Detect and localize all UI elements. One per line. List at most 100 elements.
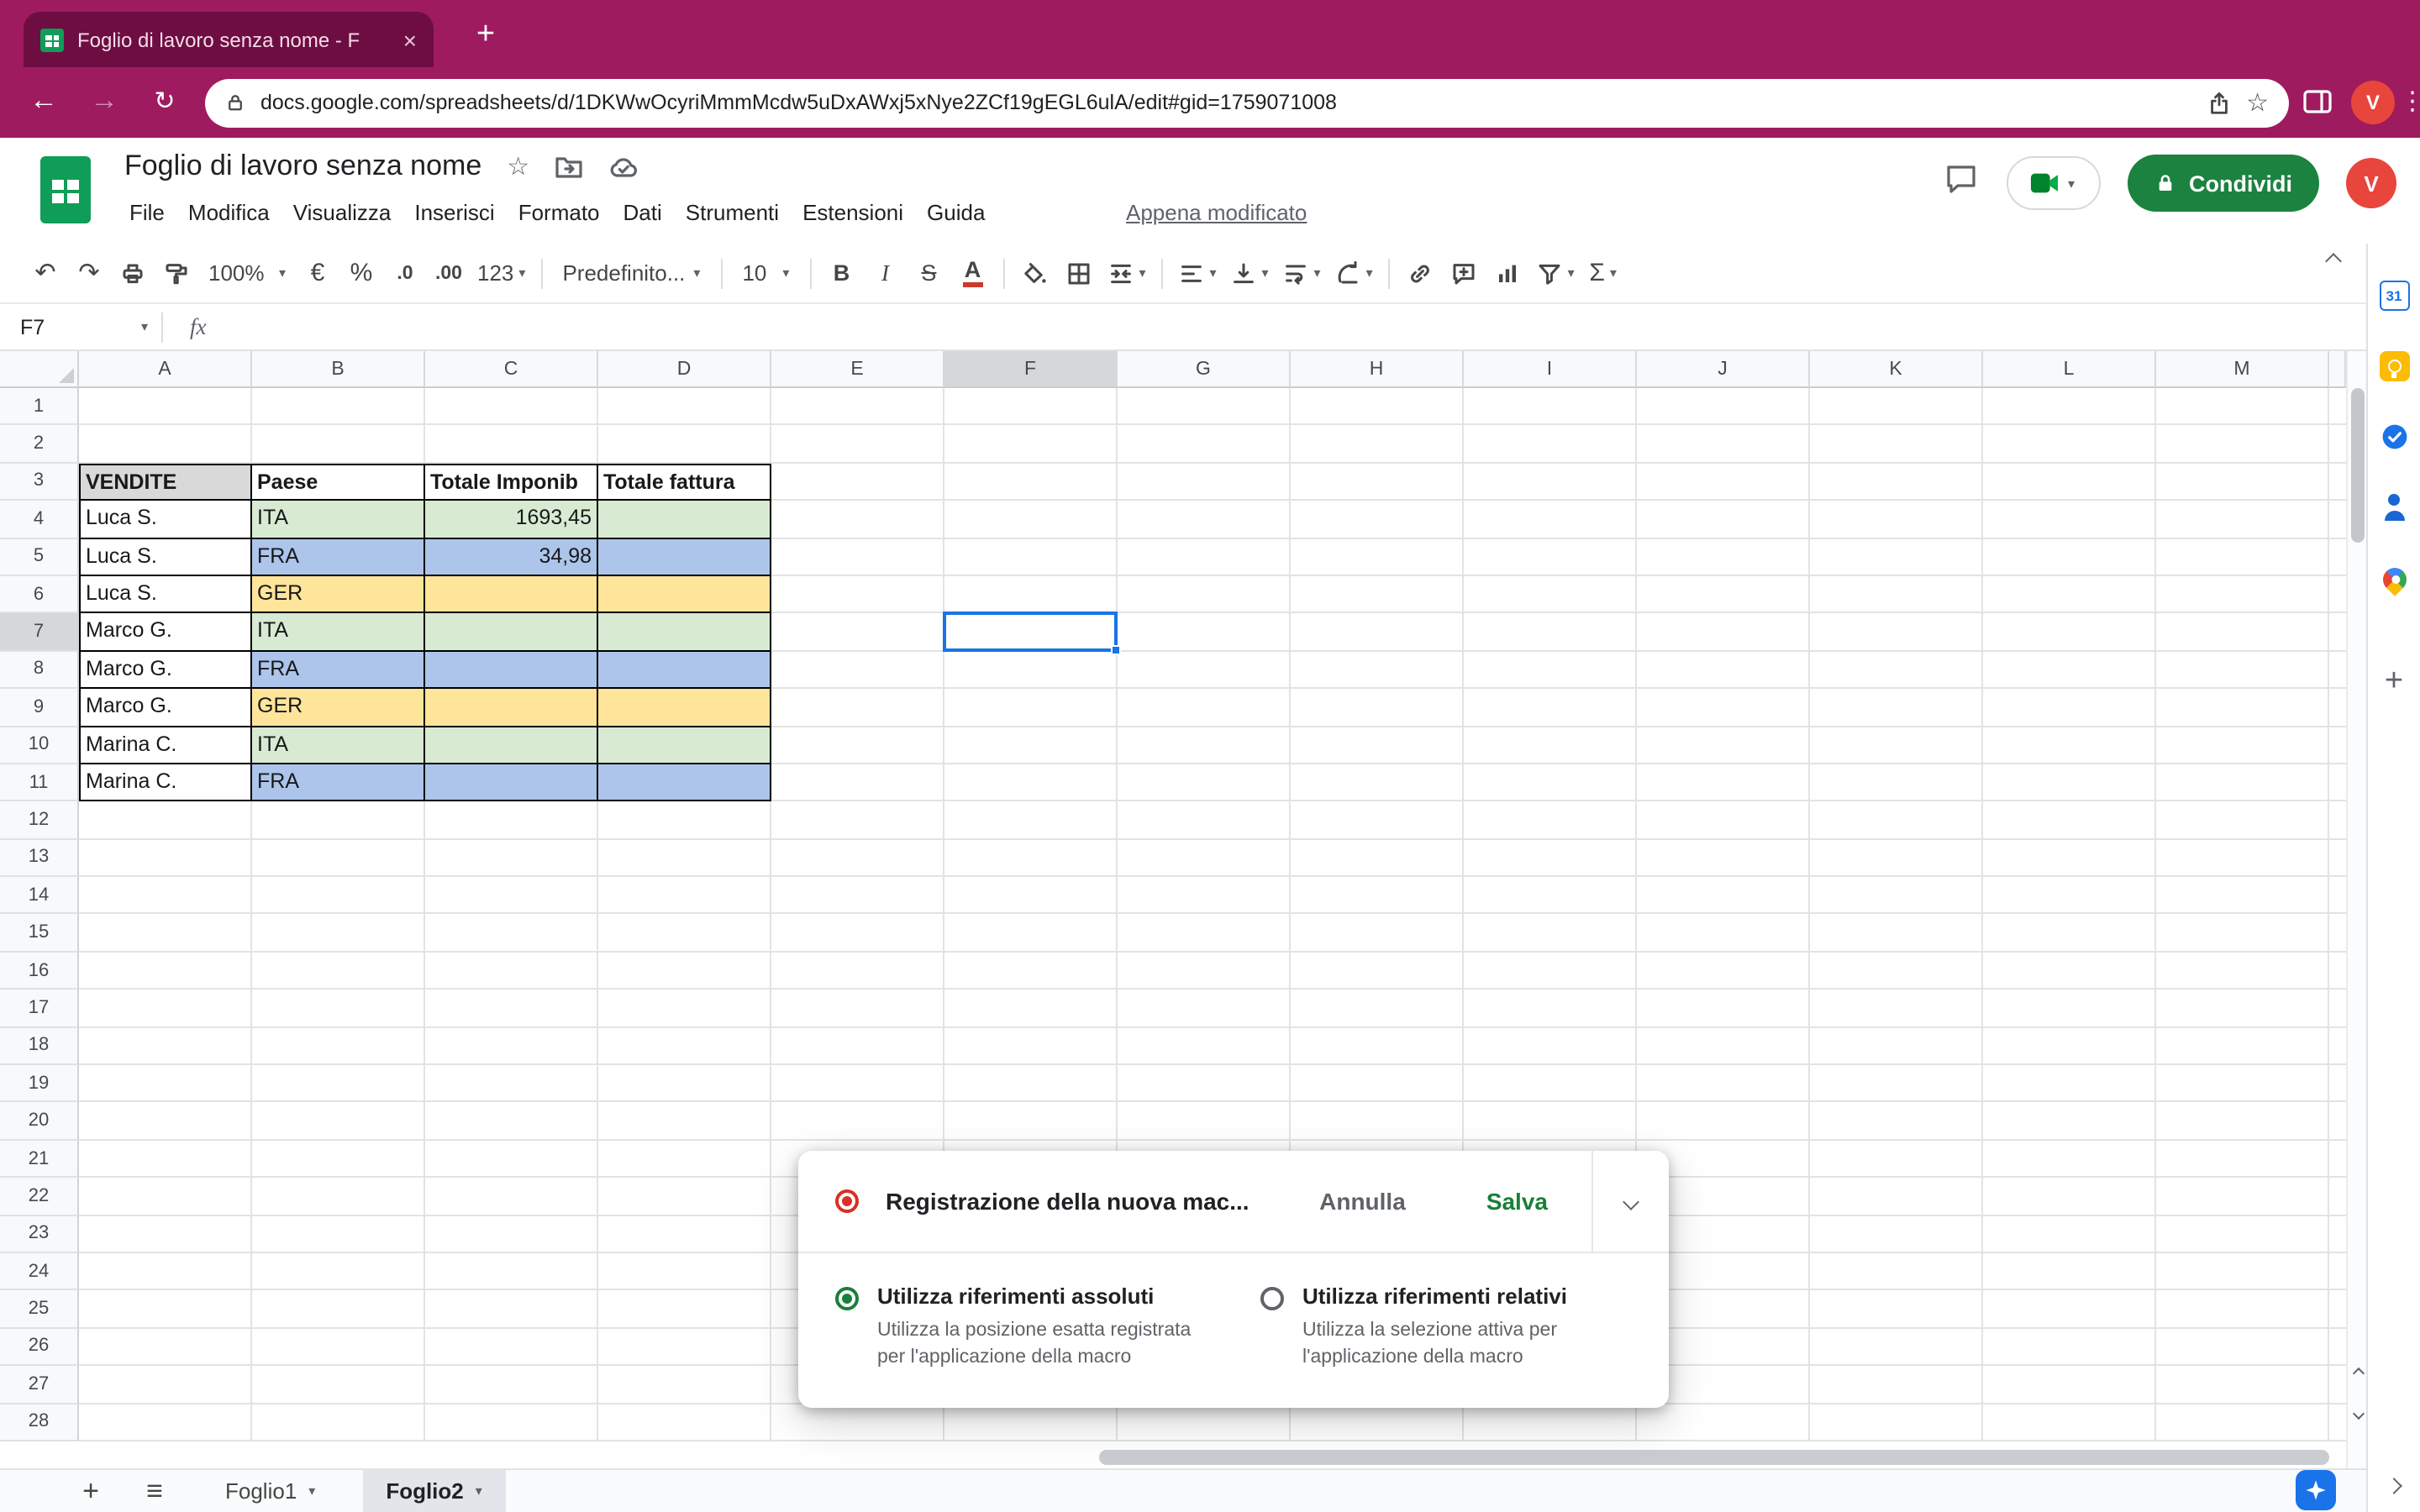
cell-A2[interactable] <box>79 426 252 464</box>
cell-L15[interactable] <box>1983 915 2156 953</box>
cell-M4[interactable] <box>2156 501 2329 538</box>
cell-A27[interactable] <box>79 1366 252 1404</box>
decrease-decimals-button[interactable]: .0 <box>383 251 427 295</box>
cell-H12[interactable] <box>1291 802 1464 840</box>
cell-I1[interactable] <box>1464 388 1637 426</box>
cell-B15[interactable] <box>252 915 425 953</box>
cell-C12[interactable] <box>425 802 598 840</box>
cell-A19[interactable] <box>79 1065 252 1103</box>
cell-L13[interactable] <box>1983 839 2156 877</box>
cell-D26[interactable] <box>598 1329 771 1367</box>
row-header-14[interactable]: 14 <box>0 877 79 915</box>
cell-H15[interactable] <box>1291 915 1464 953</box>
font-dropdown[interactable]: Predefinito...▾ <box>550 251 712 295</box>
cell-C1[interactable] <box>425 388 598 426</box>
cell-L17[interactable] <box>1983 990 2156 1028</box>
column-header-B[interactable]: B <box>252 351 425 388</box>
cell-I18[interactable] <box>1464 1027 1637 1065</box>
menu-strumenti[interactable]: Strumenti <box>674 195 791 230</box>
cell-B18[interactable] <box>252 1027 425 1065</box>
cell-B27[interactable] <box>252 1366 425 1404</box>
menu-estensioni[interactable]: Estensioni <box>791 195 915 230</box>
cell-F15[interactable] <box>944 915 1118 953</box>
cell-L8[interactable] <box>1983 651 2156 689</box>
cell-A26[interactable] <box>79 1329 252 1367</box>
cell-C5[interactable]: 34,98 <box>425 538 598 576</box>
cell-I28[interactable] <box>1464 1404 1637 1441</box>
row-header-9[interactable]: 9 <box>0 689 79 727</box>
cell-I14[interactable] <box>1464 877 1637 915</box>
cell-B14[interactable] <box>252 877 425 915</box>
undo-button[interactable]: ↶ <box>24 251 67 295</box>
cell-K6[interactable] <box>1810 576 1983 614</box>
cell-M19[interactable] <box>2156 1065 2329 1103</box>
cell-A12[interactable] <box>79 802 252 840</box>
cell-C7[interactable] <box>425 614 598 652</box>
cell-C22[interactable] <box>425 1178 598 1215</box>
cell-D18[interactable] <box>598 1027 771 1065</box>
cell-E14[interactable] <box>771 877 944 915</box>
cell-K10[interactable] <box>1810 727 1983 764</box>
cell-K26[interactable] <box>1810 1329 1983 1367</box>
row-header-18[interactable]: 18 <box>0 1027 79 1065</box>
cell-M2[interactable] <box>2156 426 2329 464</box>
vertical-align-button[interactable]: ▾ <box>1223 251 1276 295</box>
cell-A25[interactable] <box>79 1291 252 1329</box>
menu-dati[interactable]: Dati <box>612 195 674 230</box>
cell-F7[interactable] <box>944 614 1118 652</box>
cell-M27[interactable] <box>2156 1366 2329 1404</box>
cell-K24[interactable] <box>1810 1253 1983 1291</box>
account-avatar[interactable]: V <box>2346 158 2396 208</box>
cell-D23[interactable] <box>598 1215 771 1253</box>
cell-H2[interactable] <box>1291 426 1464 464</box>
cell-A24[interactable] <box>79 1253 252 1291</box>
cell-B6[interactable]: GER <box>252 576 425 614</box>
cell-F5[interactable] <box>944 538 1118 576</box>
cell-J1[interactable] <box>1637 388 1810 426</box>
cell-L16[interactable] <box>1983 953 2156 990</box>
cell-L14[interactable] <box>1983 877 2156 915</box>
cell-L25[interactable] <box>1983 1291 2156 1329</box>
cell-J28[interactable] <box>1637 1404 1810 1441</box>
browser-avatar[interactable]: V <box>2351 81 2395 124</box>
cell-E6[interactable] <box>771 576 944 614</box>
column-header-A[interactable]: A <box>79 351 252 388</box>
cell-D24[interactable] <box>598 1253 771 1291</box>
cell-G15[interactable] <box>1118 915 1291 953</box>
cell-F2[interactable] <box>944 426 1118 464</box>
cell-B3[interactable]: Paese <box>252 464 425 501</box>
cell-D3[interactable]: Totale fattura <box>598 464 771 501</box>
bookmark-star-icon[interactable]: ☆ <box>2246 87 2269 118</box>
cell-H4[interactable] <box>1291 501 1464 538</box>
cell-M7[interactable] <box>2156 614 2329 652</box>
cell-F3[interactable] <box>944 464 1118 501</box>
row-header-13[interactable]: 13 <box>0 839 79 877</box>
cell-K1[interactable] <box>1810 388 1983 426</box>
cell-C3[interactable]: Totale Imponib <box>425 464 598 501</box>
cell-A9[interactable]: Marco G. <box>79 689 252 727</box>
cell-K23[interactable] <box>1810 1215 1983 1253</box>
sheets-logo[interactable] <box>40 156 91 223</box>
cell-C6[interactable] <box>425 576 598 614</box>
back-icon[interactable]: ← <box>24 84 64 118</box>
scroll-down-button[interactable] <box>2348 1396 2368 1430</box>
cell-F1[interactable] <box>944 388 1118 426</box>
vertical-scrollbar[interactable] <box>2346 351 2366 1468</box>
cell-C21[interactable] <box>425 1141 598 1179</box>
cell-K4[interactable] <box>1810 501 1983 538</box>
cell-J9[interactable] <box>1637 689 1810 727</box>
comments-icon[interactable] <box>1942 160 1979 206</box>
cell-A13[interactable] <box>79 839 252 877</box>
redo-button[interactable]: ↷ <box>67 251 111 295</box>
menu-modifica[interactable]: Modifica <box>176 195 281 230</box>
cell-J15[interactable] <box>1637 915 1810 953</box>
cell-F10[interactable] <box>944 727 1118 764</box>
row-header-28[interactable]: 28 <box>0 1404 79 1441</box>
cell-L9[interactable] <box>1983 689 2156 727</box>
cell-J20[interactable] <box>1637 1103 1810 1141</box>
cell-M8[interactable] <box>2156 651 2329 689</box>
cell-A1[interactable] <box>79 388 252 426</box>
number-format-dropdown[interactable]: 123▾ <box>471 251 532 295</box>
cell-H3[interactable] <box>1291 464 1464 501</box>
text-wrap-button[interactable]: ▾ <box>1276 251 1328 295</box>
